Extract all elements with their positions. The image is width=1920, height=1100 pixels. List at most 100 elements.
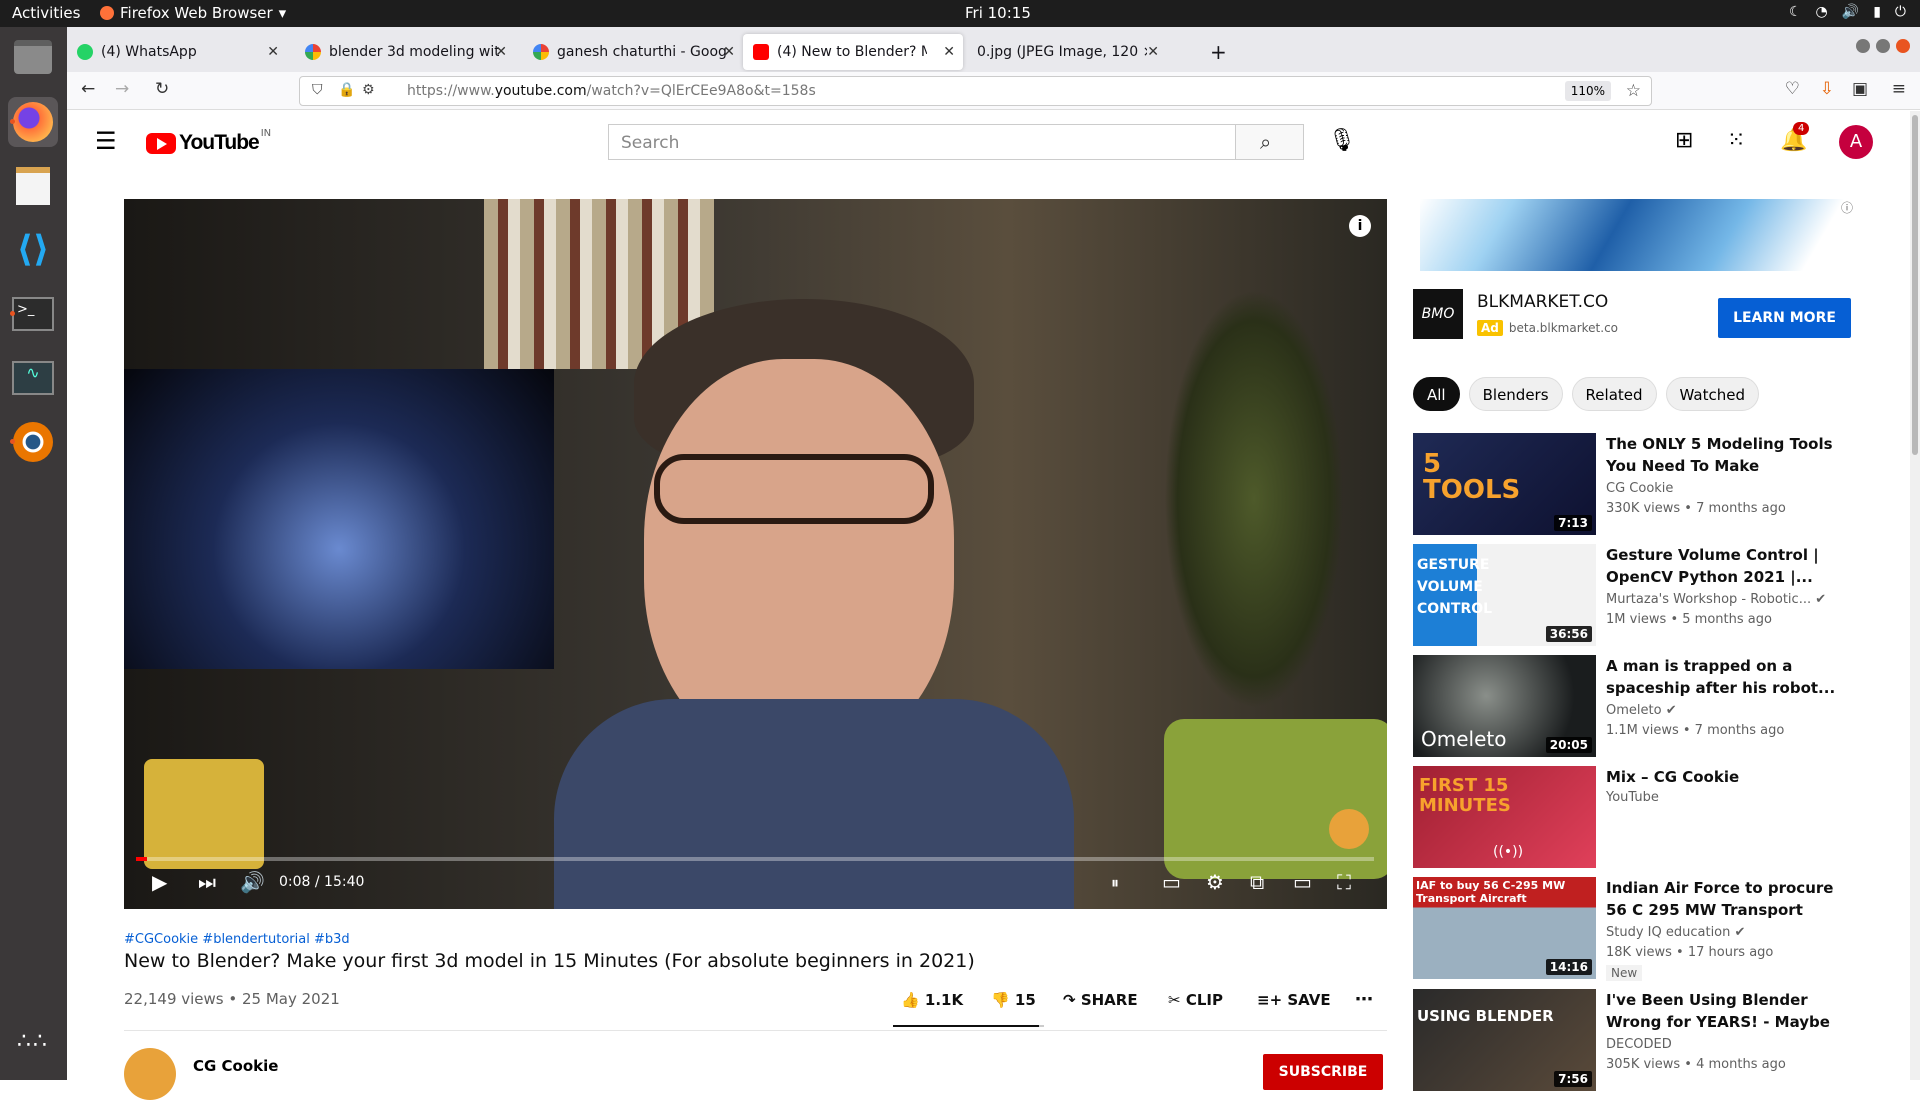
tab-whatsapp[interactable]: (4) WhatsApp ✕ (67, 34, 287, 70)
avatar[interactable]: A (1839, 125, 1873, 159)
save-button[interactable]: ≡+ SAVE (1257, 991, 1331, 1009)
video-title[interactable]: Indian Air Force to procure 56 C 295 MW … (1606, 877, 1846, 921)
video-thumbnail[interactable]: FIRST 15 MINUTES ((•)) (1413, 766, 1596, 868)
chip-related[interactable]: Related (1571, 377, 1657, 411)
tab-blender-search[interactable]: blender 3d modeling wit ✕ (295, 34, 515, 70)
terminal-app[interactable]: >_ (8, 289, 58, 339)
chip-all[interactable]: All (1413, 377, 1460, 411)
progress-bar[interactable] (136, 857, 1374, 861)
system-monitor-app[interactable]: ∿ (8, 353, 58, 403)
chip-watched[interactable]: Watched (1665, 377, 1759, 411)
tab-jpeg-image[interactable]: 0.jpg (JPEG Image, 120 × 90✕ (967, 34, 1167, 70)
recommended-video[interactable]: 5 TOOLS 7:13 The ONLY 5 Modeling Tools You… (1413, 433, 1853, 537)
video-hashtags[interactable]: #CGCookie #blendertutorial #b3d (124, 932, 350, 947)
next-icon[interactable]: ⏭ (198, 870, 216, 894)
hamburger-menu-icon[interactable]: ☰ (95, 127, 117, 155)
forward-icon[interactable]: → (115, 79, 129, 99)
firefox-app[interactable] (8, 97, 58, 147)
like-button[interactable]: 👍 1.1K (901, 991, 963, 1009)
more-actions-icon[interactable]: ⋯ (1355, 989, 1373, 1010)
app-menu[interactable]: Firefox Web Browser ▾ (100, 4, 286, 22)
channel-name[interactable]: CG Cookie (1606, 481, 1673, 496)
volume-icon[interactable]: 🔊 (240, 870, 265, 894)
recommended-video[interactable]: USING BLENDER 7:56 I've Been Using Blende… (1413, 989, 1853, 1093)
permissions-icon[interactable]: ⚙ (362, 82, 375, 98)
share-button[interactable]: ↷ SHARE (1063, 991, 1138, 1009)
ad-logo[interactable]: BMO (1413, 289, 1463, 339)
text-editor-app[interactable] (8, 161, 58, 211)
recommended-video[interactable]: GESTURE VOLUME CONTROL 36:56 Gesture Volume… (1413, 544, 1853, 648)
video-thumbnail[interactable]: IAF to buy 56 C-295 MW Transport Aircraft… (1413, 877, 1596, 979)
show-applications-button[interactable]: ∴∴ (8, 1017, 58, 1067)
activities-button[interactable]: Activities (12, 4, 80, 22)
video-title[interactable]: Mix – CG Cookie (1606, 766, 1846, 788)
learn-more-button[interactable]: LEARN MORE (1718, 298, 1851, 338)
system-tray[interactable]: ☾ ◔ 🔊 ▮ ⏻ (1789, 4, 1906, 20)
ad-banner-image[interactable] (1420, 199, 1850, 271)
video-title[interactable]: The ONLY 5 Modeling Tools You Need To Ma… (1606, 433, 1846, 477)
channel-avatar[interactable] (124, 1048, 176, 1100)
new-tab-button[interactable]: + (1200, 34, 1230, 70)
extension-icon[interactable]: ▣ (1852, 79, 1868, 99)
channel-name[interactable]: Study IQ education ✔ (1606, 925, 1745, 940)
recommended-mix[interactable]: FIRST 15 MINUTES ((•)) Mix – CG Cookie You… (1413, 766, 1853, 870)
ad-info-icon[interactable]: ⓘ (1841, 199, 1853, 216)
video-title[interactable]: A man is trapped on a spaceship after hi… (1606, 655, 1846, 699)
video-thumbnail[interactable]: GESTURE VOLUME CONTROL 36:56 (1413, 544, 1596, 646)
recommended-video[interactable]: IAF to buy 56 C-295 MW Transport Aircraft… (1413, 877, 1853, 981)
miniplayer-icon[interactable]: ⧉ (1250, 870, 1264, 894)
channel-name[interactable]: YouTube (1606, 790, 1659, 805)
minimize-icon[interactable] (1856, 39, 1870, 53)
video-player[interactable]: i ▶ ⏭ 🔊 0:08 / 15:40 ⏸ ▭ ⚙ ⧉ ▭ ⛶ (124, 199, 1387, 909)
video-thumbnail[interactable]: USING BLENDER 7:56 (1413, 989, 1596, 1091)
page-scrollbar[interactable] (1910, 111, 1920, 1080)
close-tab-icon[interactable]: ✕ (723, 44, 735, 60)
channel-name[interactable]: Murtaza's Workshop - Robotic... ✔ (1606, 592, 1826, 607)
chip-blenders[interactable]: Blenders (1468, 377, 1563, 411)
video-title[interactable]: Gesture Volume Control | OpenCV Python 2… (1606, 544, 1846, 588)
info-icon[interactable]: i (1349, 215, 1371, 237)
ad-name[interactable]: BLKMARKET.CO (1477, 292, 1608, 312)
tab-ganesh-search[interactable]: ganesh chaturthi - Googl ✕ (523, 34, 743, 70)
bookmark-star-icon[interactable]: ☆ (1626, 81, 1641, 101)
shield-icon[interactable]: ⛉ (312, 82, 323, 98)
channel-watermark[interactable] (1329, 809, 1369, 849)
apps-grid-icon[interactable]: ⁙ (1727, 128, 1745, 153)
blender-app[interactable] (8, 417, 58, 467)
maximize-icon[interactable] (1876, 39, 1890, 53)
youtube-logo[interactable]: YouTube IN (146, 128, 271, 155)
close-tab-icon[interactable]: ✕ (1147, 44, 1159, 60)
play-icon[interactable]: ▶ (152, 870, 167, 894)
search-button[interactable]: ⌕ (1235, 124, 1304, 160)
clip-button[interactable]: ✂ CLIP (1168, 991, 1223, 1009)
autoplay-toggle[interactable]: ⏸ (1111, 873, 1119, 893)
files-app[interactable] (8, 32, 58, 82)
address-bar[interactable]: ⛉ 🔒 ⚙ https://www.youtube.com/watch?v=Ql… (299, 76, 1652, 106)
microphone-icon[interactable]: 🎙 (1328, 128, 1356, 153)
channel-name[interactable]: Omeleto ✔ (1606, 703, 1677, 718)
recommended-video[interactable]: Omeleto 20:05 A man is trapped on a space… (1413, 655, 1853, 759)
zoom-level[interactable]: 110% (1564, 81, 1611, 101)
close-tab-icon[interactable]: ✕ (495, 44, 507, 60)
downloads-icon[interactable]: ⇩ (1820, 79, 1834, 99)
close-tab-icon[interactable]: ✕ (943, 44, 955, 60)
channel-name[interactable]: DECODED (1606, 1037, 1672, 1052)
vscode-app[interactable]: ⟨⟩ (8, 225, 58, 275)
video-thumbnail[interactable]: 5 TOOLS 7:13 (1413, 433, 1596, 535)
lock-icon[interactable]: 🔒 (338, 82, 355, 98)
search-input[interactable]: Search (608, 124, 1238, 160)
channel-name[interactable]: CG Cookie (193, 1057, 278, 1075)
create-video-icon[interactable]: ⊞ (1675, 128, 1693, 153)
reload-icon[interactable]: ↻ (155, 79, 169, 99)
theater-mode-icon[interactable]: ▭ (1293, 870, 1312, 894)
pocket-icon[interactable]: ♡ (1785, 79, 1800, 99)
video-thumbnail[interactable]: Omeleto 20:05 (1413, 655, 1596, 757)
close-window-icon[interactable] (1896, 39, 1910, 53)
tab-youtube-active[interactable]: (4) New to Blender? Make ✕ (743, 34, 963, 70)
subscribe-button[interactable]: SUBSCRIBE (1263, 1054, 1383, 1090)
close-tab-icon[interactable]: ✕ (267, 44, 279, 60)
fullscreen-icon[interactable]: ⛶ (1337, 870, 1351, 894)
dislike-button[interactable]: 👎 15 (991, 991, 1036, 1009)
video-title[interactable]: I've Been Using Blender Wrong for YEARS!… (1606, 989, 1846, 1033)
menu-icon[interactable]: ≡ (1892, 79, 1906, 99)
